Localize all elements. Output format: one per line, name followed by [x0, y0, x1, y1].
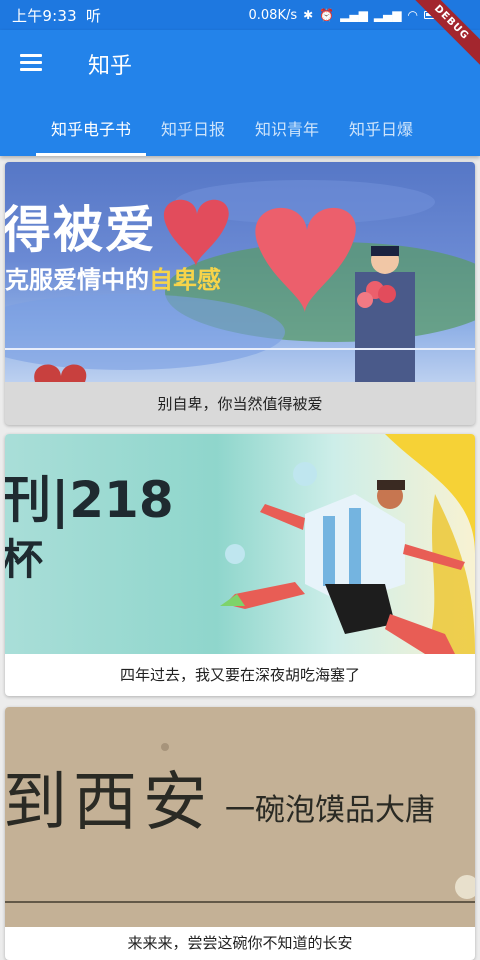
wifi-icon: ◠: [407, 8, 418, 22]
banner-title: 刊|218: [5, 471, 174, 529]
banner-title: 得被爱: [5, 201, 157, 259]
hamburger-menu-icon[interactable]: [20, 54, 48, 76]
tab-daily[interactable]: 知乎日报: [146, 102, 240, 156]
banner-title: 到西安: [5, 766, 213, 840]
signal-icon: ▂▄▆: [340, 8, 368, 22]
alarm-icon: ⏰: [319, 8, 335, 22]
card-list: 得被爱 克服爱情中的自卑感 别自卑，你当然值得被爱 刊|218 杯 四年过去，我…: [0, 156, 480, 960]
tab-bar: 知乎电子书 知乎日报 知识青年 知乎日爆: [0, 102, 480, 156]
status-bar: 上午9:33 听 0.08K/s ✱ ⏰ ▂▄▆ ▂▄▆ ◠: [0, 0, 480, 30]
tab-hot[interactable]: 知乎日爆: [334, 102, 428, 156]
status-time-group: 上午9:33 听: [12, 5, 249, 26]
banner-subtitle-highlight: 自卑感: [149, 266, 221, 294]
banner-subtitle: 一碗泡馍品大唐: [225, 793, 435, 828]
card-caption: 四年过去，我又要在深夜胡吃海塞了: [119, 666, 360, 684]
page-title: 知乎: [88, 54, 133, 79]
tab-ebook[interactable]: 知乎电子书: [36, 102, 147, 156]
card-banner-image: 刊|218 杯: [5, 434, 475, 654]
app-bar: 知乎 知乎电子书 知乎日报 知识青年 知乎日爆: [0, 30, 480, 156]
list-item[interactable]: 到西安 一碗泡馍品大唐 来来来，尝尝这碗你不知道的长安: [5, 707, 475, 960]
card-banner-image: 得被爱 克服爱情中的自卑感: [5, 162, 475, 382]
signal-icon: ▂▄▆: [373, 8, 402, 22]
carrier-icon: 听: [85, 6, 102, 25]
bluetooth-icon: ✱: [303, 8, 314, 22]
banner-divider: [5, 901, 475, 903]
banner-divider: [5, 348, 475, 350]
network-speed: 0.08K/s: [248, 7, 298, 23]
list-item[interactable]: 刊|218 杯 四年过去，我又要在深夜胡吃海塞了: [5, 434, 475, 696]
card-caption: 来来来，尝尝这碗你不知道的长安: [127, 934, 353, 952]
banner-subtitle-text: 克服爱情中的: [5, 266, 149, 294]
list-item[interactable]: 得被爱 克服爱情中的自卑感 别自卑，你当然值得被爱: [5, 162, 475, 425]
banner-title-line2: 杯: [5, 535, 44, 584]
tab-youth[interactable]: 知识青年: [240, 102, 334, 156]
status-time: 上午9:33: [12, 6, 77, 25]
card-caption: 别自卑，你当然值得被爱: [157, 395, 323, 413]
card-banner-image: 到西安 一碗泡馍品大唐: [5, 707, 475, 927]
banner-subtitle: 克服爱情中的自卑感: [5, 260, 221, 295]
